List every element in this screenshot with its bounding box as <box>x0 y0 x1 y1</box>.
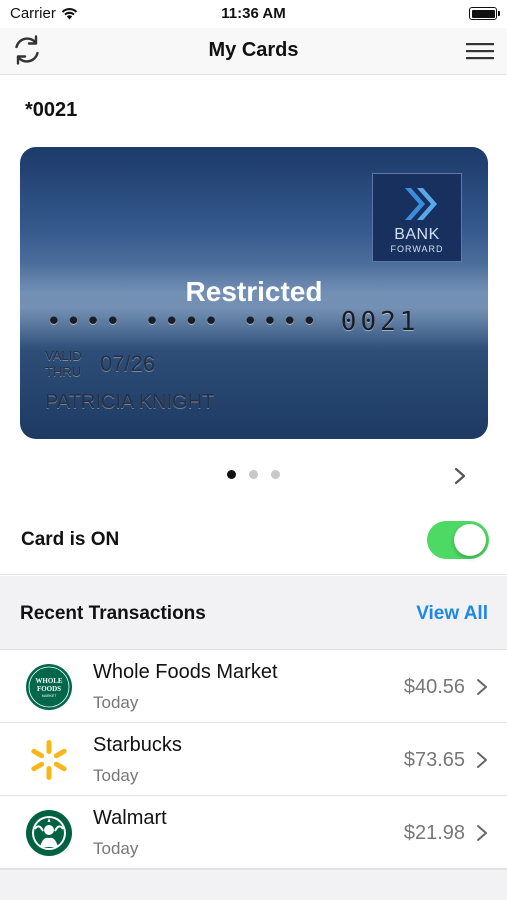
chevron-right-icon <box>477 825 487 841</box>
card-image[interactable]: BANK FORWARD Restricted •••• •••• •••• 0… <box>20 147 488 439</box>
transaction-row[interactable]: Starbucks Today $73.65 <box>0 723 507 796</box>
page-title: My Cards <box>208 39 299 61</box>
bank-logo: BANK FORWARD <box>372 173 462 262</box>
transactions-title: Recent Transactions <box>20 603 206 624</box>
transactions-header: Recent Transactions View All <box>0 576 507 650</box>
toggle-knob <box>454 524 486 556</box>
card-on-toggle[interactable] <box>427 521 489 559</box>
valid-label-line1: VALID <box>45 348 82 363</box>
chevron-right-icon[interactable] <box>453 466 467 486</box>
bank-subtitle: FORWARD <box>390 244 444 254</box>
walmart-spark-icon <box>31 740 67 780</box>
transaction-amount: $21.98 <box>403 822 465 844</box>
bank-name: BANK <box>394 226 440 243</box>
valid-thru-label: VALID THRU <box>45 348 82 380</box>
card-status-row: Card is ON <box>0 505 507 575</box>
clock: 11:36 AM <box>221 5 286 22</box>
view-all-link[interactable]: View All <box>416 603 488 625</box>
chevron-right-icon <box>477 752 487 768</box>
valid-label-line2: THRU <box>45 364 82 379</box>
card-page-indicator[interactable] <box>0 470 507 482</box>
logo-text-line1: WHOLE <box>35 677 63 685</box>
transaction-row[interactable]: WHOLE FOODS MARKET Whole Foods Market To… <box>0 650 507 723</box>
logo-text-line3: MARKET <box>42 694 57 698</box>
whole-foods-logo-icon: WHOLE FOODS MARKET <box>26 664 72 710</box>
transaction-row[interactable]: Walmart Today $21.98 <box>0 796 507 869</box>
card-expiry: 07/26 <box>100 351 156 376</box>
page-dot-3[interactable] <box>271 470 280 479</box>
starbucks-siren-icon <box>26 810 72 856</box>
transaction-amount: $73.65 <box>403 749 465 771</box>
chevron-right-icon <box>477 679 487 695</box>
card-number-label: *0021 <box>25 99 78 121</box>
menu-icon[interactable] <box>465 40 495 62</box>
card-status-label: Card is ON <box>21 529 120 550</box>
page-dot-2[interactable] <box>249 470 258 479</box>
bank-arrow-icon <box>405 188 437 220</box>
transaction-merchant: Walmart <box>93 807 167 829</box>
transaction-date: Today <box>93 693 139 712</box>
transaction-date: Today <box>93 839 139 858</box>
logo-text-line2: FOODS <box>37 685 61 693</box>
page-dot-1[interactable] <box>227 470 236 479</box>
card-masked-number: •••• •••• •••• 0021 <box>46 307 420 337</box>
transaction-merchant: Whole Foods Market <box>93 661 278 683</box>
transaction-merchant: Starbucks <box>93 734 182 756</box>
card-status: Restricted <box>185 276 323 307</box>
transaction-amount: $40.56 <box>403 676 465 698</box>
card-holder-name: PATRICIA KNIGHT <box>45 391 215 413</box>
status-bar: Carrier 11:36 AM <box>0 0 507 28</box>
battery-icon <box>469 7 500 20</box>
next-section-header <box>0 869 507 900</box>
navigation-bar: My Cards <box>0 28 507 75</box>
transactions-list: WHOLE FOODS MARKET Whole Foods Market To… <box>0 650 507 869</box>
transaction-date: Today <box>93 766 139 785</box>
